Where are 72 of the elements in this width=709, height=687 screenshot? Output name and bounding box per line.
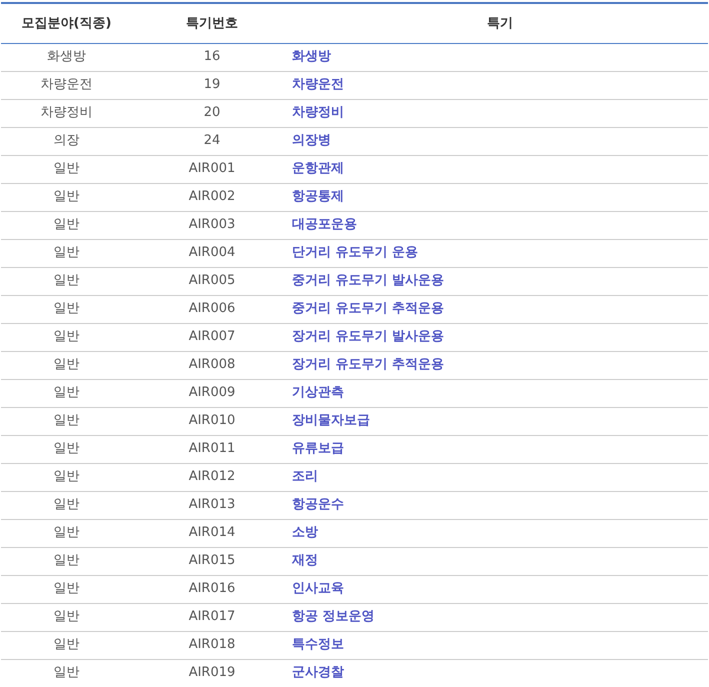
table-cell: 20 bbox=[132, 99, 292, 127]
table-cell: AIR019 bbox=[132, 659, 292, 687]
table-cell: AIR016 bbox=[132, 575, 292, 603]
table-cell: 일반 bbox=[1, 547, 132, 575]
table-cell: AIR007 bbox=[132, 323, 292, 351]
table-cell: AIR018 bbox=[132, 631, 292, 659]
column-header: 특기번호 bbox=[132, 3, 292, 43]
specialty-link[interactable]: 항공 정보운영 bbox=[292, 609, 375, 624]
specialty-link[interactable]: 군사경찰 bbox=[292, 665, 344, 680]
specialty-link[interactable]: 조리 bbox=[292, 469, 318, 484]
specialty-link[interactable]: 차량운전 bbox=[292, 77, 344, 92]
specialty-link[interactable]: 장거리 유도무기 추적운용 bbox=[292, 357, 444, 372]
specialty-link[interactable]: 유류보급 bbox=[292, 441, 344, 456]
table-cell: 의장 bbox=[1, 127, 132, 155]
table-cell: 일반 bbox=[1, 295, 132, 323]
table-cell: 일반 bbox=[1, 491, 132, 519]
table-cell: 일반 bbox=[1, 631, 132, 659]
table-cell: 16 bbox=[132, 43, 292, 71]
specialty-link[interactable]: 특수정보 bbox=[292, 637, 344, 652]
table-cell: 일반 bbox=[1, 323, 132, 351]
table-cell: 화생방 bbox=[1, 43, 132, 71]
specialty-link[interactable]: 운항관제 bbox=[292, 161, 344, 176]
table-cell: 일반 bbox=[1, 267, 132, 295]
table-cell: AIR011 bbox=[132, 435, 292, 463]
table-cell: 일반 bbox=[1, 659, 132, 687]
table-cell: 일반 bbox=[1, 183, 132, 211]
table-cell: AIR009 bbox=[132, 379, 292, 407]
specialty-link[interactable]: 장비물자보급 bbox=[292, 413, 370, 428]
specialty-link[interactable]: 대공포운용 bbox=[292, 217, 357, 232]
table-cell: 일반 bbox=[1, 519, 132, 547]
table-cell: 차량운전 bbox=[1, 71, 132, 99]
table-cell: AIR017 bbox=[132, 603, 292, 631]
table-cell: 일반 bbox=[1, 435, 132, 463]
specialty-link[interactable]: 장거리 유도무기 발사운용 bbox=[292, 329, 444, 344]
specialty-link[interactable]: 항공운수 bbox=[292, 497, 344, 512]
table-cell: 차량정비 bbox=[1, 99, 132, 127]
specialty-link[interactable]: 차량정비 bbox=[292, 105, 344, 120]
table-cell: 일반 bbox=[1, 239, 132, 267]
table-cell: 일반 bbox=[1, 575, 132, 603]
column-header: 모집분야(직종) bbox=[1, 3, 132, 43]
specialty-link[interactable]: 화생방 bbox=[292, 49, 331, 64]
specialty-link[interactable]: 중거리 유도무기 발사운용 bbox=[292, 273, 444, 288]
table-cell: 일반 bbox=[1, 603, 132, 631]
table-cell: AIR004 bbox=[132, 239, 292, 267]
table-cell: 일반 bbox=[1, 407, 132, 435]
specialty-link[interactable]: 의장병 bbox=[292, 133, 331, 148]
table-cell: AIR012 bbox=[132, 463, 292, 491]
column-header: 특기 bbox=[292, 3, 708, 43]
specialty-link[interactable]: 중거리 유도무기 추적운용 bbox=[292, 301, 444, 316]
table-cell: AIR001 bbox=[132, 155, 292, 183]
table-cell: AIR013 bbox=[132, 491, 292, 519]
table-cell: AIR003 bbox=[132, 211, 292, 239]
table-cell: 24 bbox=[132, 127, 292, 155]
table-cell: AIR002 bbox=[132, 183, 292, 211]
table-cell: 일반 bbox=[1, 211, 132, 239]
specialty-link[interactable]: 소방 bbox=[292, 525, 318, 540]
table-cell: 일반 bbox=[1, 463, 132, 491]
table-cell: AIR006 bbox=[132, 295, 292, 323]
table-cell: AIR005 bbox=[132, 267, 292, 295]
table-cell: AIR010 bbox=[132, 407, 292, 435]
table-cell: AIR015 bbox=[132, 547, 292, 575]
table-cell: 일반 bbox=[1, 155, 132, 183]
specialty-link[interactable]: 인사교육 bbox=[292, 581, 344, 596]
table-cell: 19 bbox=[132, 71, 292, 99]
specialty-link[interactable]: 재정 bbox=[292, 553, 318, 568]
table-cell: AIR014 bbox=[132, 519, 292, 547]
specialty-link[interactable]: 항공통제 bbox=[292, 189, 344, 204]
table-cell: 일반 bbox=[1, 351, 132, 379]
specialty-link[interactable]: 기상관측 bbox=[292, 385, 344, 400]
table-cell: AIR008 bbox=[132, 351, 292, 379]
table-cell: 일반 bbox=[1, 379, 132, 407]
specialty-link[interactable]: 단거리 유도무기 운용 bbox=[292, 245, 418, 260]
